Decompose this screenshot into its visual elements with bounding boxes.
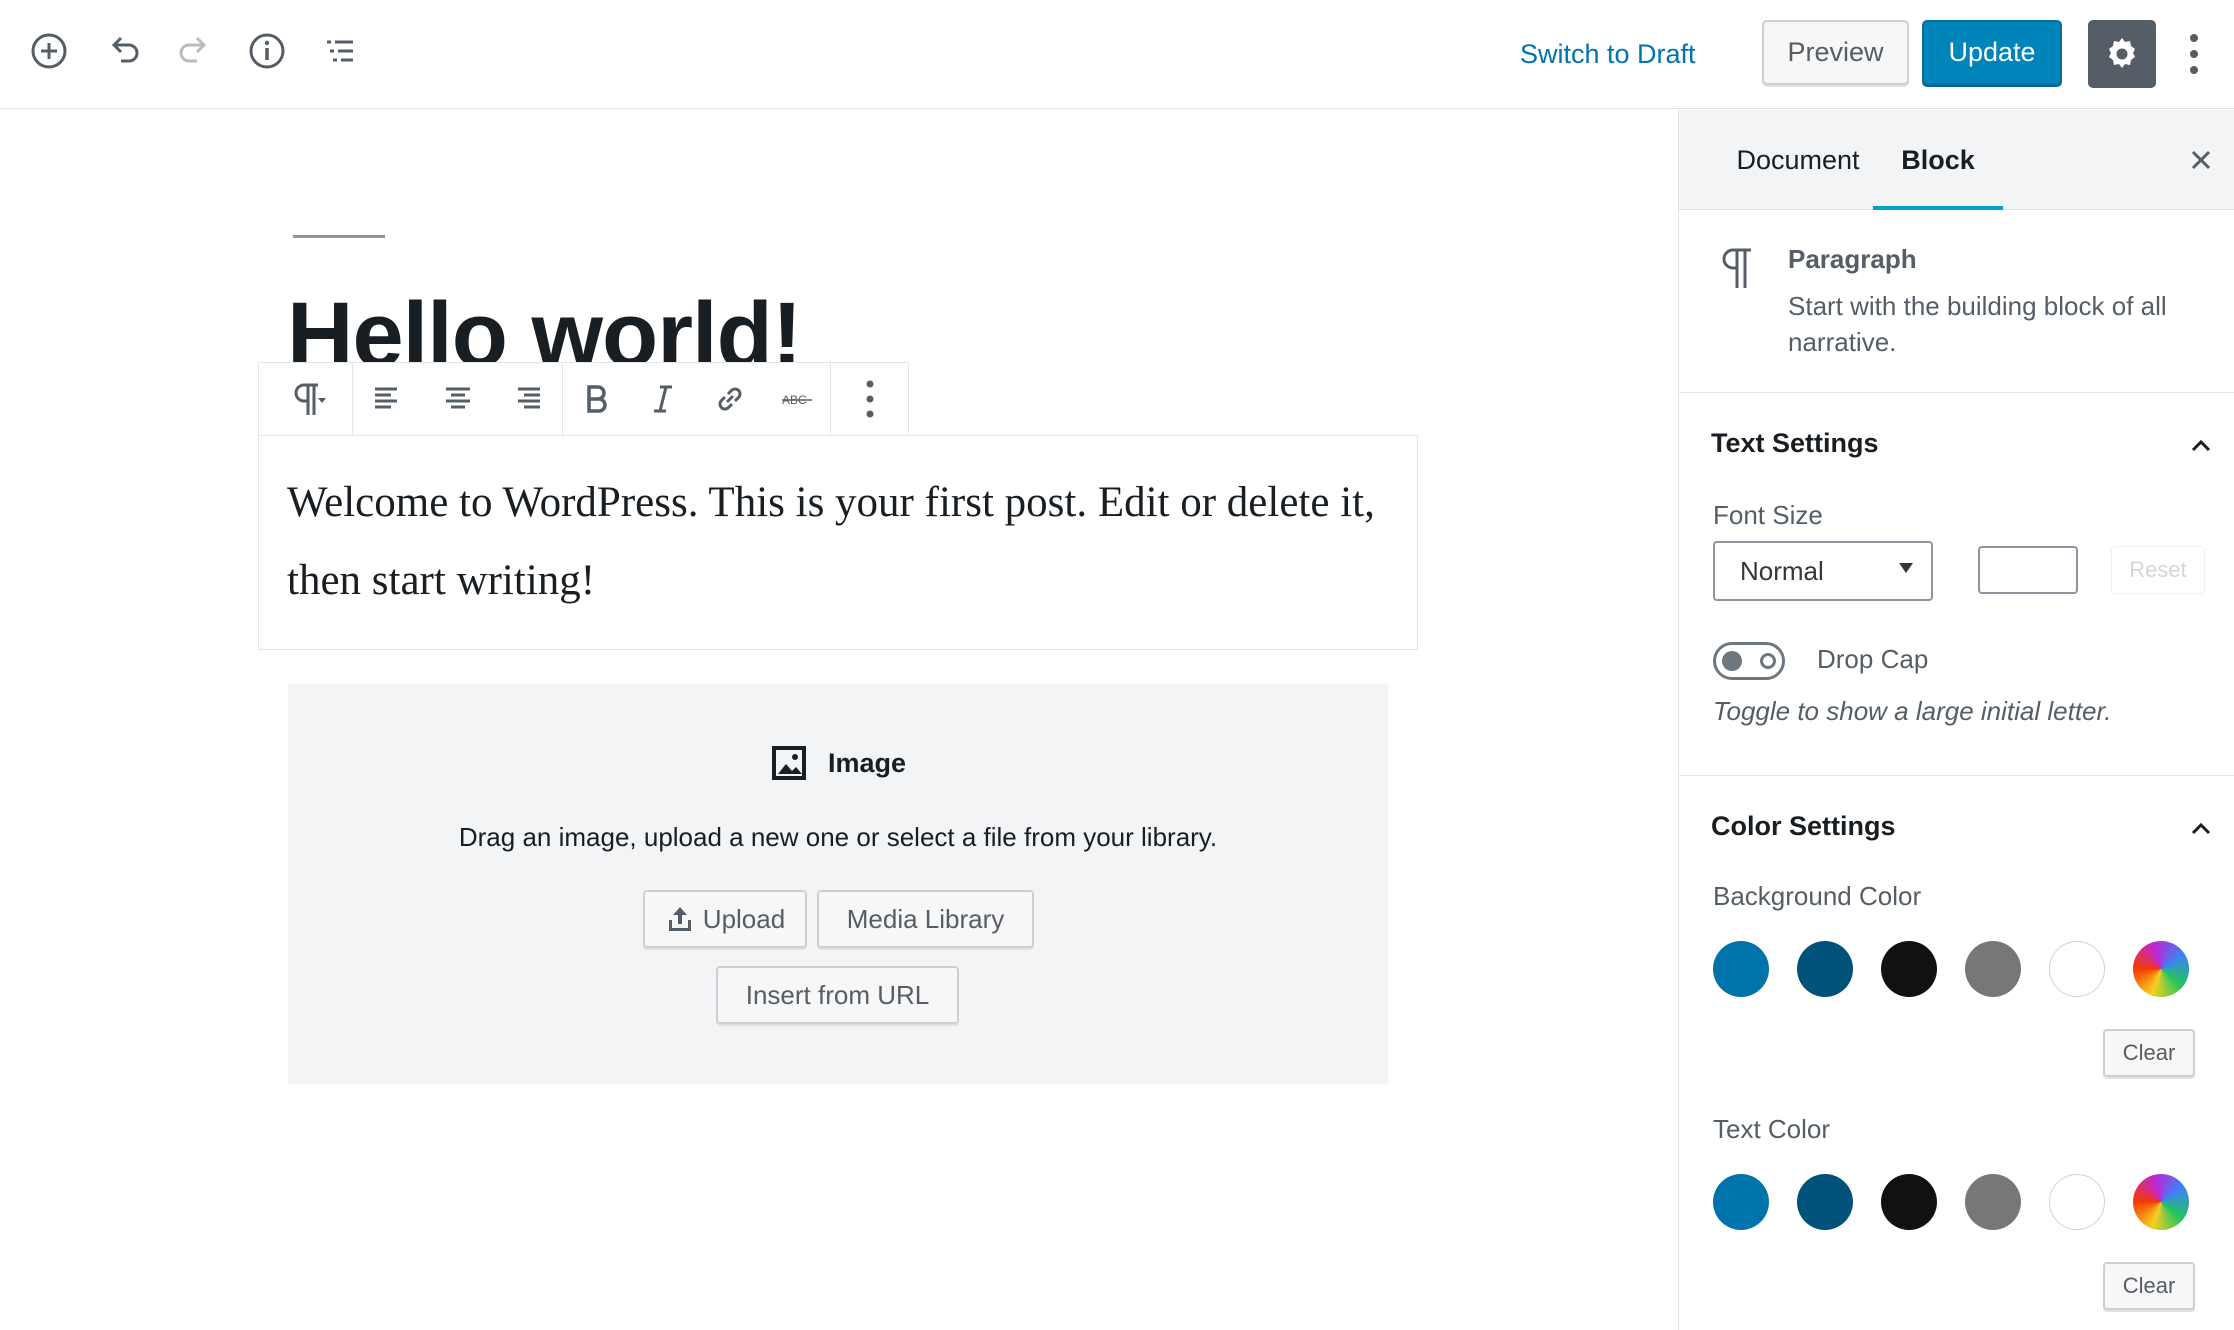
paragraph-icon (1722, 248, 1751, 288)
drop-cap-help: Toggle to show a large initial letter. (1713, 696, 2112, 726)
title-divider (293, 235, 385, 238)
image-block-instructions: Drag an image, upload a new one or selec… (458, 822, 1218, 852)
text-settings-panel: Text Settings Font Size Normal Reset Dro… (1679, 394, 2234, 776)
tab-block[interactable]: Block (1873, 110, 2003, 210)
clear-text-color-button[interactable]: Clear (2103, 1262, 2195, 1310)
sidebar-tabs: Document Block (1679, 110, 2234, 210)
swatch-gray[interactable] (1965, 1174, 2021, 1230)
close-sidebar-button[interactable] (2181, 140, 2221, 180)
italic-icon[interactable] (630, 363, 697, 435)
image-block-heading: Image (288, 744, 1388, 782)
image-icon (771, 746, 806, 780)
tab-document[interactable]: Document (1713, 110, 1883, 210)
block-switcher[interactable] (259, 363, 353, 435)
preview-button[interactable]: Preview (1762, 20, 1909, 85)
swatch-white[interactable] (2049, 1174, 2105, 1230)
clear-background-color-button[interactable]: Clear (2103, 1029, 2195, 1077)
swatch-blue[interactable] (1713, 941, 1769, 997)
more-menu-button[interactable] (2176, 24, 2212, 84)
add-block-icon[interactable] (22, 24, 76, 78)
background-color-label: Background Color (1713, 881, 1922, 911)
block-card: Paragraph Start with the building block … (1679, 210, 2234, 393)
switch-to-draft-button[interactable]: Switch to Draft (1520, 30, 1696, 78)
swatch-dark-blue[interactable] (1797, 1174, 1853, 1230)
more-vertical-icon (2190, 34, 2198, 74)
font-size-label: Font Size (1713, 500, 1823, 530)
upload-button-label: Upload (702, 903, 786, 934)
color-settings-panel: Color Settings Background Color Clear Te… (1679, 777, 2234, 1330)
color-settings-header[interactable]: Color Settings (1679, 777, 2234, 877)
custom-color-picker[interactable] (2133, 941, 2189, 997)
outline-icon[interactable] (312, 24, 366, 78)
swatch-black[interactable] (1881, 1174, 1937, 1230)
media-library-button[interactable]: Media Library (817, 890, 1034, 948)
strikethrough-icon[interactable]: ABC (763, 363, 830, 435)
settings-button[interactable] (2088, 20, 2156, 88)
image-block-placeholder[interactable]: Image Drag an image, upload a new one or… (288, 684, 1388, 1084)
reset-font-size-button[interactable]: Reset (2111, 546, 2205, 594)
insert-from-url-button[interactable]: Insert from URL (716, 966, 959, 1024)
block-card-title: Paragraph (1788, 244, 1917, 274)
close-icon (2191, 150, 2211, 170)
swatch-black[interactable] (1881, 941, 1937, 997)
gear-icon (2109, 38, 2135, 68)
text-color-palette (1713, 1174, 2213, 1232)
paragraph-icon[interactable] (259, 363, 352, 435)
swatch-blue[interactable] (1713, 1174, 1769, 1230)
toggle-off-indicator (1760, 653, 1776, 669)
color-settings-title: Color Settings (1711, 811, 1896, 841)
text-color-label: Text Color (1713, 1114, 1831, 1144)
block-toolbar: ABC (258, 362, 909, 436)
upload-button[interactable]: Upload (643, 890, 807, 948)
formatting-group: ABC (563, 363, 831, 435)
bold-icon[interactable] (563, 363, 630, 435)
more-options-icon[interactable] (831, 363, 908, 435)
align-left-icon[interactable] (353, 363, 423, 435)
undo-icon[interactable] (96, 24, 150, 78)
redo-icon[interactable] (168, 24, 222, 78)
info-icon[interactable] (240, 24, 294, 78)
chevron-up-icon[interactable] (2181, 426, 2221, 466)
font-size-select[interactable]: Normal (1713, 541, 1933, 601)
update-button[interactable]: Update (1922, 20, 2062, 85)
alignment-group (353, 363, 563, 435)
background-color-palette (1713, 941, 2213, 999)
text-settings-header[interactable]: Text Settings (1679, 394, 2234, 494)
caret-down-icon (1899, 563, 1913, 573)
swatch-gray[interactable] (1965, 941, 2021, 997)
swatch-dark-blue[interactable] (1797, 941, 1853, 997)
text-settings-title: Text Settings (1711, 428, 1879, 458)
paragraph-text[interactable]: Welcome to WordPress. This is your first… (287, 464, 1389, 620)
upload-icon (668, 907, 691, 931)
align-right-icon[interactable] (492, 363, 562, 435)
custom-font-size-input[interactable] (1978, 546, 2078, 594)
paragraph-block[interactable]: Welcome to WordPress. This is your first… (258, 435, 1418, 650)
align-center-icon[interactable] (423, 363, 493, 435)
chevron-up-icon[interactable] (2181, 809, 2221, 849)
font-size-select-value: Normal (1740, 555, 1824, 586)
more-options-group (831, 363, 908, 435)
drop-cap-label: Drop Cap (1817, 644, 1929, 674)
custom-color-picker[interactable] (2133, 1174, 2189, 1230)
image-block-label: Image (827, 747, 907, 778)
drop-cap-toggle[interactable] (1713, 642, 1785, 680)
swatch-white[interactable] (2049, 941, 2105, 997)
editor-canvas: Hello world! ABC Welcome to WordPress. T… (0, 110, 1678, 1330)
link-icon[interactable] (697, 363, 764, 435)
editor-header: Switch to Draft Preview Update (0, 0, 2234, 109)
block-card-description: Start with the building block of all nar… (1788, 291, 2167, 357)
settings-sidebar: Document Block Paragraph Start with the … (1678, 110, 2234, 1330)
toggle-knob (1722, 651, 1742, 671)
